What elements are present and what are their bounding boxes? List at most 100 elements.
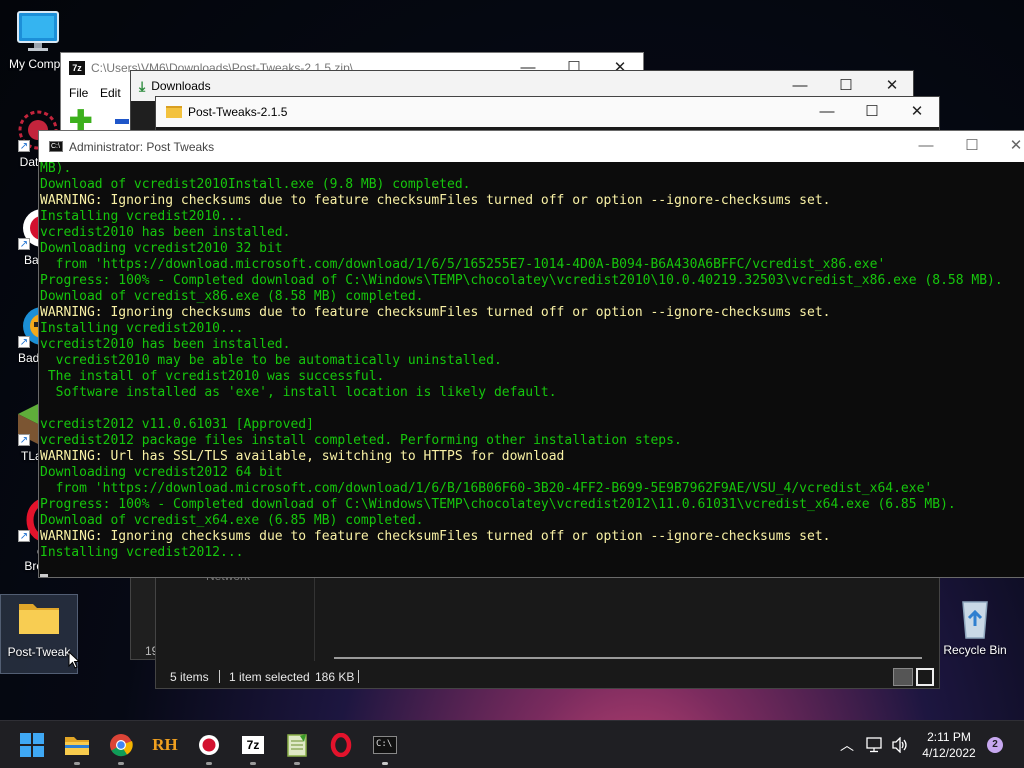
taskbar-bandicam[interactable]: [193, 729, 225, 765]
menu-item-file[interactable]: File: [69, 86, 88, 100]
running-indicator: [294, 762, 300, 765]
minimize-button[interactable]: —: [804, 97, 850, 127]
running-indicator: [74, 762, 80, 765]
console-line: Progress: 100% - Completed download of C…: [40, 497, 956, 512]
recycle-bin-icon: [953, 596, 997, 640]
taskbar-7zip[interactable]: 7z: [237, 729, 269, 765]
taskbar-chrome[interactable]: [105, 729, 137, 765]
opera-icon: [330, 733, 352, 757]
status-bar: 5 items 1 item selected 186 KB: [156, 665, 939, 689]
console-cursor: [40, 561, 1024, 577]
folder-icon: [65, 737, 89, 755]
record-icon: [199, 735, 219, 755]
7zip-app-icon: 7z: [69, 61, 85, 75]
console-titlebar[interactable]: C:\ Administrator: Post Tweaks: [39, 131, 1024, 162]
navigation-pane: Network: [156, 569, 315, 661]
desktop-icon-recycle-bin[interactable]: Recycle Bin: [937, 596, 1013, 657]
downloads-window-title: Downloads: [151, 79, 211, 93]
clock-time[interactable]: 2:11 PM: [920, 730, 978, 744]
console-line: vcredist2012 v11.0.61031 [Approved]: [40, 417, 314, 432]
console-window[interactable]: C:\ Administrator: Post Tweaks — ☐ ✕ MB)…: [38, 130, 1024, 578]
revo-icon: RH: [152, 735, 178, 754]
shortcut-arrow-icon: ↗: [18, 530, 30, 542]
shortcut-arrow-icon: ↗: [18, 140, 30, 152]
console-line: Downloading vcredist2012 64 bit: [40, 465, 283, 480]
explorer-window-title: Post-Tweaks-2.1.5: [188, 105, 288, 119]
7zip-icon: 7z: [242, 736, 264, 754]
desktop-icon-label: Recycle Bin: [943, 643, 1007, 657]
folder-icon: [166, 106, 182, 118]
minimize-button[interactable]: —: [903, 131, 949, 161]
network-icon[interactable]: [866, 737, 884, 753]
console-output[interactable]: MB). Download of vcredist2010Install.exe …: [39, 161, 1024, 577]
taskbar-revo-uninstaller[interactable]: RH: [149, 729, 181, 761]
console-line: from 'https://download.microsoft.com/dow…: [40, 481, 933, 496]
console-window-title: Administrator: Post Tweaks: [69, 139, 215, 154]
console-line: Installing vcredist2010...: [40, 209, 244, 224]
console-line: MB).: [40, 161, 72, 176]
extract-icon[interactable]: [115, 119, 129, 124]
taskbar-terminal[interactable]: C:\: [369, 729, 401, 765]
running-indicator: [206, 762, 212, 765]
taskbar-file-explorer[interactable]: [61, 729, 93, 765]
show-hidden-icons-chevron-up-icon[interactable]: ︿: [840, 735, 854, 755]
taskbar-notepad[interactable]: [281, 729, 313, 765]
running-indicator: [250, 762, 256, 765]
console-line: from 'https://download.microsoft.com/dow…: [40, 257, 886, 272]
console-line: WARNING: Url has SSL/TLS available, swit…: [40, 449, 565, 464]
status-divider: [358, 670, 359, 683]
console-line: Download of vcredist2010Install.exe (9.8…: [40, 177, 471, 192]
clock-date[interactable]: 4/12/2022: [920, 746, 978, 760]
console-line: vcredist2010 has been installed.: [40, 337, 291, 352]
status-divider: [219, 670, 220, 683]
console-line: The install of vcredist2010 was successf…: [40, 369, 385, 384]
running-indicator: [382, 762, 388, 765]
console-line: vcredist2010 may be able to be automatic…: [40, 353, 502, 368]
maximize-button[interactable]: ☐: [849, 97, 895, 127]
chrome-icon: [110, 734, 133, 757]
notepad-icon: [287, 734, 307, 757]
desktop-icon-label: Post-Tweak: [7, 645, 71, 659]
close-button[interactable]: ✕: [894, 97, 940, 127]
horizontal-scrollbar[interactable]: [334, 657, 922, 659]
console-line: vcredist2012 package files install compl…: [40, 433, 682, 448]
taskbar: RH 7z C:\ ︿ 2:11 PM 4/12/2022 2: [0, 720, 1024, 768]
console-app-icon: C:\: [49, 141, 63, 152]
console-line: WARNING: Ignoring checksums due to featu…: [40, 305, 831, 320]
monitor-icon: [16, 10, 60, 54]
shortcut-arrow-icon: ↗: [18, 434, 30, 446]
tiles-view-button[interactable]: [916, 668, 934, 686]
console-line: Download of vcredist_x86.exe (8.58 MB) c…: [40, 289, 424, 304]
volume-icon[interactable]: [891, 737, 909, 753]
status-size: 186 KB: [315, 670, 355, 684]
console-line: Progress: 100% - Completed download of C…: [40, 273, 1003, 288]
console-line: Installing vcredist2010...: [40, 321, 244, 336]
console-line: vcredist2010 has been installed.: [40, 225, 291, 240]
console-line: WARNING: Ignoring checksums due to featu…: [40, 529, 831, 544]
status-selected: 1 item selected: [229, 670, 310, 684]
console-line: Software installed as 'exe', install loc…: [40, 385, 557, 400]
running-indicator: [118, 762, 124, 765]
windows-logo-icon: [20, 733, 44, 757]
shortcut-arrow-icon: ↗: [18, 238, 30, 250]
terminal-icon: C:\: [373, 736, 397, 754]
shortcut-arrow-icon: ↗: [18, 336, 30, 348]
status-item-count: 5 items: [170, 670, 209, 684]
console-line: Downloading vcredist2010 32 bit: [40, 241, 283, 256]
taskbar-opera[interactable]: [325, 729, 357, 761]
mouse-cursor-icon: [68, 651, 80, 669]
folder-icon: [17, 598, 61, 642]
notification-badge[interactable]: 2: [987, 737, 1003, 753]
console-line: WARNING: Ignoring checksums due to featu…: [40, 193, 831, 208]
close-button[interactable]: ✕: [993, 131, 1024, 161]
start-button[interactable]: [16, 729, 48, 761]
download-arrow-icon: ⤓: [139, 77, 146, 94]
details-view-button[interactable]: [893, 668, 913, 686]
console-line: Installing vcredist2012...: [40, 545, 244, 560]
menu-item-edit[interactable]: Edit: [100, 86, 121, 100]
text-cursor-icon: [40, 574, 48, 577]
console-line: Download of vcredist_x64.exe (6.85 MB) c…: [40, 513, 424, 528]
maximize-button[interactable]: ☐: [949, 131, 995, 161]
desktop-icon-post-tweaks[interactable]: Post-Tweak: [1, 598, 77, 659]
